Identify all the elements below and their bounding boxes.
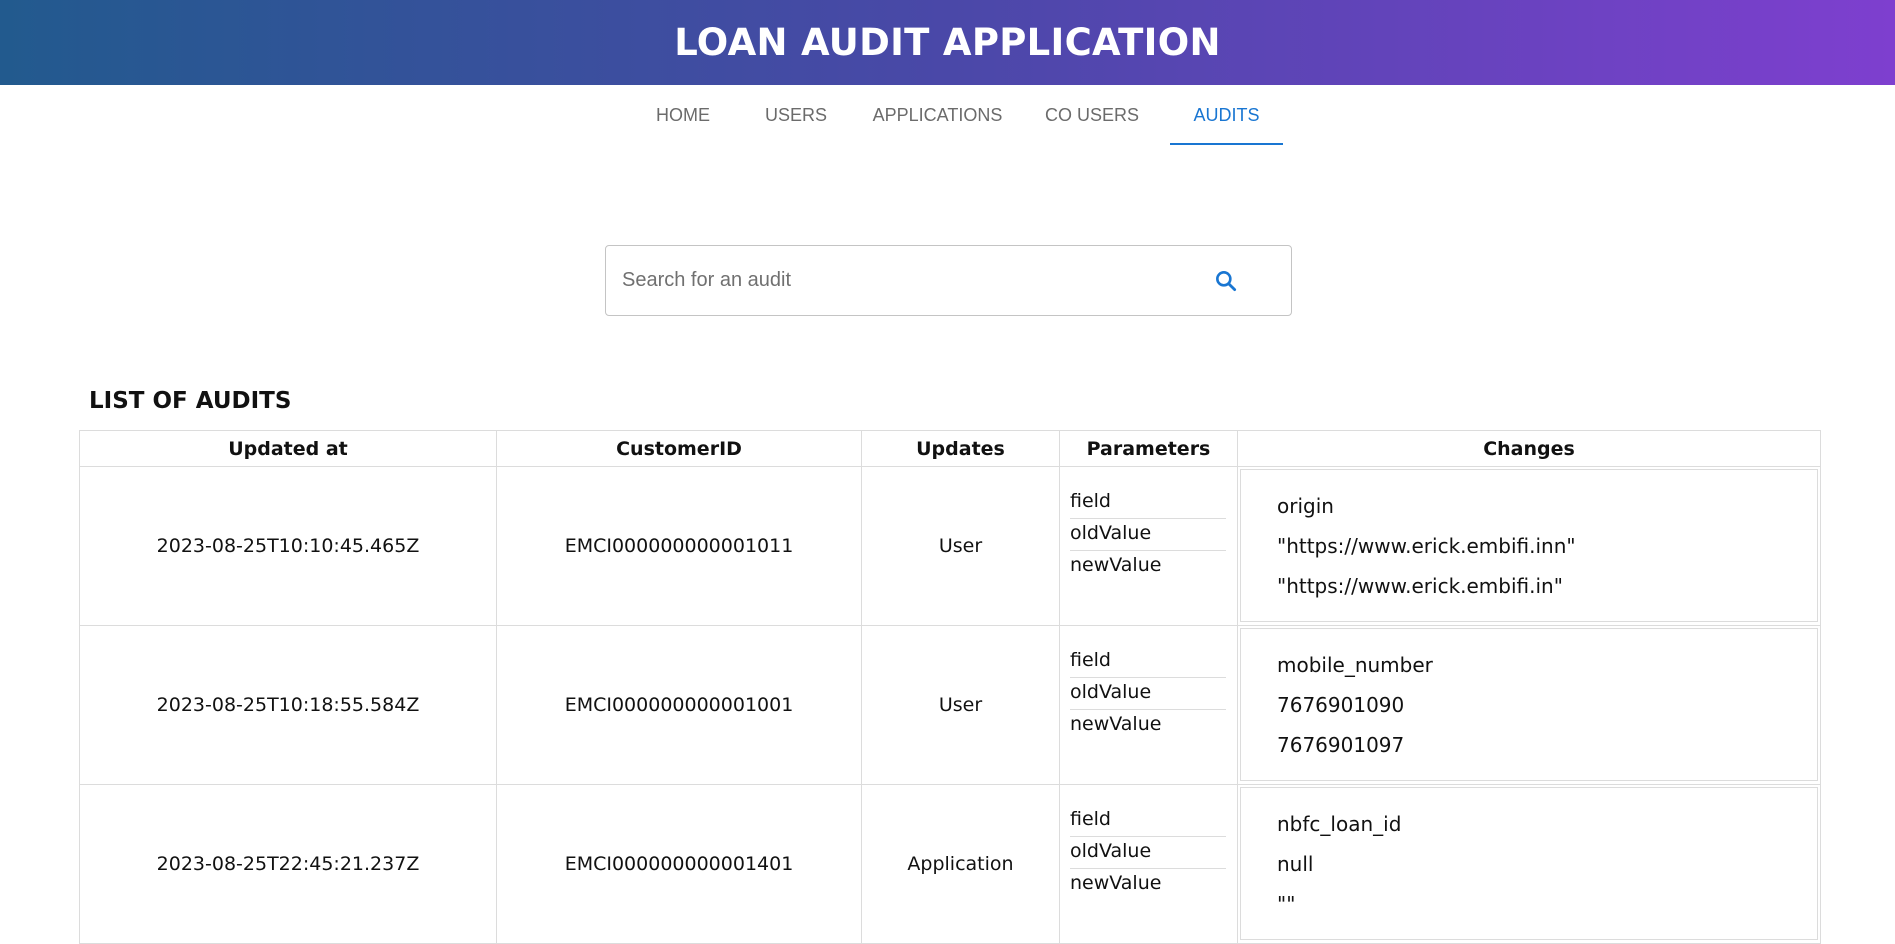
cell-changes: mobile_number 7676901090 7676901097 bbox=[1237, 625, 1821, 785]
table-header-row: Updated at CustomerID Updates Parameters… bbox=[79, 430, 1821, 467]
change-field: mobile_number bbox=[1277, 653, 1433, 677]
change-old-value: null bbox=[1277, 852, 1314, 876]
table-row: 2023-08-25T10:10:45.465Z EMCI00000000000… bbox=[79, 466, 1821, 626]
change-field: nbfc_loan_id bbox=[1277, 812, 1402, 836]
change-new-value: "https://www.erick.embifi.in" bbox=[1277, 574, 1563, 598]
changes-box: mobile_number 7676901090 7676901097 bbox=[1240, 628, 1818, 781]
search-box bbox=[605, 245, 1292, 316]
nav-tabs: HOME USERS APPLICATIONS CO USERS AUDITS bbox=[0, 85, 1895, 145]
list-title: LIST OF AUDITS bbox=[89, 388, 292, 414]
cell-customer-id: EMCI000000000001401 bbox=[496, 784, 862, 944]
cell-customer-id: EMCI000000000001011 bbox=[496, 466, 862, 626]
audits-table: Updated at CustomerID Updates Parameters… bbox=[79, 430, 1821, 944]
cell-parameters: field oldValue newValue bbox=[1059, 466, 1238, 626]
change-new-value: "" bbox=[1277, 892, 1296, 916]
param-new-value: newValue bbox=[1070, 554, 1162, 576]
cell-changes: origin "https://www.erick.embifi.inn" "h… bbox=[1237, 466, 1821, 626]
column-header-updates: Updates bbox=[861, 430, 1060, 467]
tab-home[interactable]: HOME bbox=[643, 85, 723, 145]
param-old-value: oldValue bbox=[1070, 678, 1226, 710]
search-icon bbox=[1216, 271, 1237, 292]
tab-co-users[interactable]: CO USERS bbox=[1037, 85, 1147, 145]
param-field: field bbox=[1070, 646, 1226, 678]
cell-updated-at: 2023-08-25T10:18:55.584Z bbox=[79, 625, 497, 785]
cell-updates: Application bbox=[861, 784, 1060, 944]
cell-customer-id: EMCI000000000001001 bbox=[496, 625, 862, 785]
column-header-updated-at: Updated at bbox=[79, 430, 497, 467]
column-header-parameters: Parameters bbox=[1059, 430, 1238, 467]
tab-audits[interactable]: AUDITS bbox=[1170, 85, 1283, 145]
table-row: 2023-08-25T22:45:21.237Z EMCI00000000000… bbox=[79, 784, 1821, 944]
table-row: 2023-08-25T10:18:55.584Z EMCI00000000000… bbox=[79, 625, 1821, 785]
changes-box: nbfc_loan_id null "" bbox=[1240, 787, 1818, 940]
param-old-value: oldValue bbox=[1070, 837, 1226, 869]
changes-box: origin "https://www.erick.embifi.inn" "h… bbox=[1240, 469, 1818, 622]
cell-updates: User bbox=[861, 625, 1060, 785]
cell-parameters: field oldValue newValue bbox=[1059, 625, 1238, 785]
param-new-value: newValue bbox=[1070, 872, 1162, 894]
change-old-value: 7676901090 bbox=[1277, 693, 1405, 717]
change-new-value: 7676901097 bbox=[1277, 733, 1405, 757]
cell-changes: nbfc_loan_id null "" bbox=[1237, 784, 1821, 944]
cell-parameters: field oldValue newValue bbox=[1059, 784, 1238, 944]
cell-updated-at: 2023-08-25T10:10:45.465Z bbox=[79, 466, 497, 626]
param-old-value: oldValue bbox=[1070, 519, 1226, 551]
app-title: LOAN AUDIT APPLICATION bbox=[674, 21, 1221, 64]
column-header-customer-id: CustomerID bbox=[496, 430, 862, 467]
app-header: LOAN AUDIT APPLICATION bbox=[0, 0, 1895, 85]
change-old-value: "https://www.erick.embifi.inn" bbox=[1277, 534, 1576, 558]
change-field: origin bbox=[1277, 494, 1334, 518]
search-input[interactable] bbox=[622, 246, 1182, 315]
tab-applications[interactable]: APPLICATIONS bbox=[865, 85, 1010, 145]
column-header-changes: Changes bbox=[1237, 430, 1821, 467]
param-new-value: newValue bbox=[1070, 713, 1162, 735]
param-field: field bbox=[1070, 805, 1226, 837]
search-button[interactable] bbox=[1206, 261, 1246, 301]
tab-users[interactable]: USERS bbox=[752, 85, 840, 145]
cell-updated-at: 2023-08-25T22:45:21.237Z bbox=[79, 784, 497, 944]
param-field: field bbox=[1070, 487, 1226, 519]
cell-updates: User bbox=[861, 466, 1060, 626]
